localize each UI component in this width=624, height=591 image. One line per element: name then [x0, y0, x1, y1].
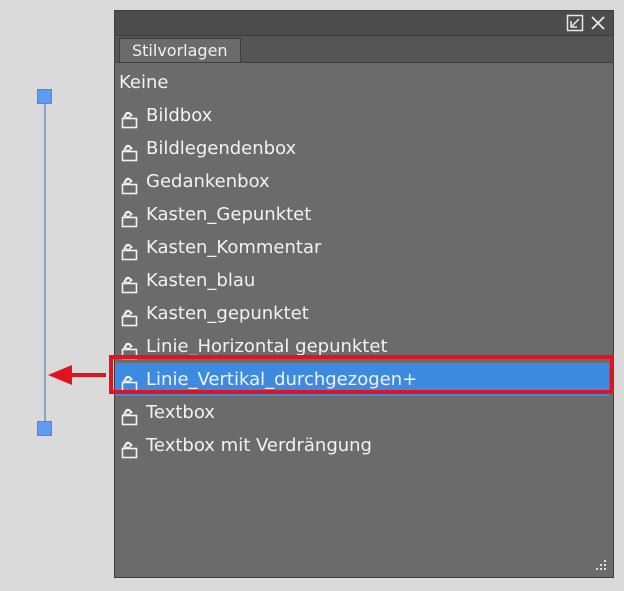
panel-titlebar[interactable]: [115, 11, 613, 36]
vertical-line-object[interactable]: [44, 104, 46, 426]
object-style-icon: [120, 173, 140, 195]
style-item-label: Bildbox: [146, 105, 213, 126]
styles-panel: Stilvorlagen Keine Bildbox Bildlegendenbox…: [114, 10, 614, 578]
style-list-item[interactable]: Bildbox: [115, 99, 609, 132]
style-list-item[interactable]: Kasten_blau: [115, 264, 609, 297]
style-item-label: Kasten_blau: [146, 270, 256, 291]
style-item-label: Bildlegendenbox: [146, 138, 297, 159]
object-style-icon: [120, 404, 140, 426]
panel-tab-row: Stilvorlagen: [115, 36, 613, 63]
close-icon[interactable]: [589, 14, 607, 32]
style-list-item[interactable]: Kasten_gepunktet: [115, 297, 609, 330]
object-style-icon: [120, 107, 140, 129]
style-list-item[interactable]: Gedankenbox: [115, 165, 609, 198]
object-style-icon: [120, 206, 140, 228]
style-item-label: Textbox mit Verdrängung: [146, 435, 372, 456]
arrow-left-icon: [48, 365, 106, 385]
object-style-icon: [120, 338, 140, 360]
style-item-label: Kasten_Kommentar: [146, 237, 322, 258]
style-list: Keine Bildbox Bildlegendenbox Gedankenbox Ka…: [115, 66, 613, 542]
style-item-label: Kasten_gepunktet: [146, 303, 309, 324]
style-item-label: Kasten_Gepunktet: [146, 204, 312, 225]
resize-grip-icon[interactable]: [595, 559, 607, 571]
object-style-icon: [120, 239, 140, 261]
collapse-icon[interactable]: [566, 14, 584, 32]
style-item-label: Gedankenbox: [146, 171, 270, 192]
highlight-frame: [109, 355, 614, 394]
object-style-icon: [120, 140, 140, 162]
style-list-item[interactable]: Kasten_Gepunktet: [115, 198, 609, 231]
style-list-item[interactable]: Keine: [115, 66, 609, 99]
style-item-label: Keine: [119, 72, 169, 93]
style-list-item[interactable]: Bildlegendenbox: [115, 132, 609, 165]
style-list-item[interactable]: Kasten_Kommentar: [115, 231, 609, 264]
object-style-icon: [120, 272, 140, 294]
object-style-icon: [120, 305, 140, 327]
line-bottom-handle[interactable]: [37, 421, 52, 436]
object-style-icon: [120, 437, 140, 459]
line-top-handle[interactable]: [37, 89, 52, 104]
panel-statusbar: [115, 541, 613, 577]
style-item-label: Textbox: [146, 402, 215, 423]
style-list-item[interactable]: Textbox: [115, 396, 609, 429]
style-list-item[interactable]: Textbox mit Verdrängung: [115, 429, 609, 462]
tab-stilvorlagen[interactable]: Stilvorlagen: [119, 38, 241, 62]
